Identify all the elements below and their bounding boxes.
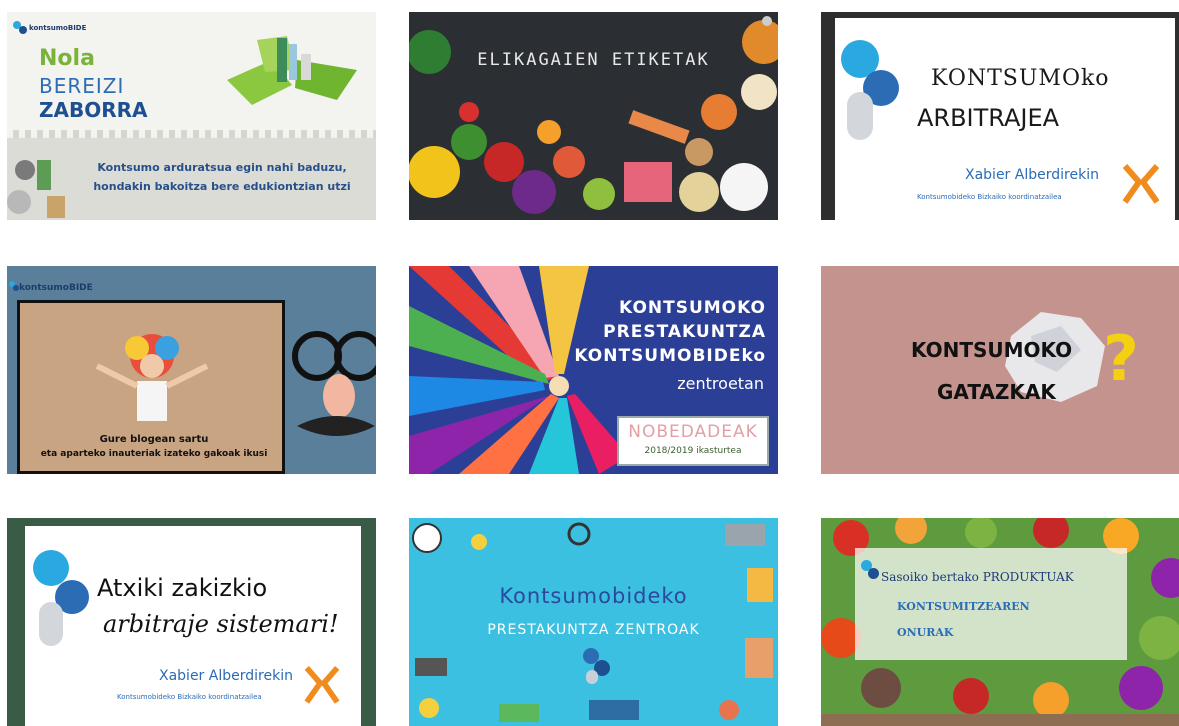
title-line-1: Atxiki zakizkio bbox=[97, 574, 268, 602]
speaker-name: Xabier Alberdirekin bbox=[159, 668, 293, 684]
kontsumobide-logo-icon bbox=[33, 550, 93, 650]
title-line-3: ONURAK bbox=[897, 626, 954, 639]
caption-line-2: eta aparteko inauteriak izateko gakoak i… bbox=[40, 449, 268, 459]
card-nola-bereizi-zaborra[interactable]: kontsumoBIDE Nola BEREIZI ZABORRA Kontsu… bbox=[7, 12, 376, 220]
nobedadeak-sign: NOBEDADEAK 2018/2019 ikasturtea bbox=[617, 416, 769, 466]
title-line-3: ZABORRA bbox=[39, 98, 148, 122]
kontsumobide-logo-icon bbox=[13, 21, 27, 35]
colored-pencils-illustration-icon bbox=[409, 266, 629, 474]
brand-label: kontsumoBIDE bbox=[29, 24, 87, 32]
sign-subtitle: 2018/2019 ikasturtea bbox=[644, 446, 742, 456]
kontsumobide-logo-icon bbox=[583, 648, 613, 684]
info-icon[interactable] bbox=[762, 16, 772, 26]
title-line-1: KONTSUMOKO bbox=[619, 298, 766, 318]
title-line-2: arbitraje sistemari! bbox=[103, 610, 339, 638]
kontsumobide-logo-icon bbox=[861, 560, 879, 584]
vegetables-illustration-icon bbox=[409, 20, 778, 214]
arbitration-logo-icon bbox=[1122, 164, 1160, 204]
title-line-4: zentroetan bbox=[677, 374, 764, 393]
title-line-2: ARBITRAJEA bbox=[917, 104, 1060, 132]
caption-line-1: Gure blogean sartu bbox=[99, 434, 209, 445]
title-line-3: KONTSUMOBIDEko bbox=[574, 346, 766, 366]
message-line-2: hondakin bakoitza bere edukiontzian utzi bbox=[93, 180, 351, 193]
speaker-role: Kontsumobideko Bizkaiko koordinatzailea bbox=[117, 693, 262, 701]
title-line-2: PRESTAKUNTZA ZENTROAK bbox=[487, 622, 700, 638]
kontsumobide-logo-icon bbox=[9, 281, 19, 293]
question-mark-icon: ? bbox=[1103, 322, 1139, 395]
card-sasoiko-produktuak[interactable]: Sasoiko bertako PRODUKTUAK KONTSUMITZEAR… bbox=[821, 518, 1179, 726]
title-line-2: GATAZKAK bbox=[937, 380, 1056, 404]
title-line-2: BEREIZI bbox=[39, 74, 125, 98]
waste-items-illustration-icon bbox=[7, 160, 65, 218]
kontsumobide-logo-icon bbox=[841, 40, 901, 140]
card-elikagaien-etiketak[interactable]: ELIKAGAIEN ETIKETAK bbox=[409, 12, 778, 220]
message-line-1: Kontsumo arduratsua egin nahi baduzu, bbox=[97, 161, 347, 174]
child-clown-illustration-icon bbox=[95, 334, 209, 421]
title-line-1: Sasoiko bertako PRODUKTUAK bbox=[881, 570, 1074, 584]
card-title: ELIKAGAIEN ETIKETAK bbox=[477, 50, 710, 70]
sign-title: NOBEDADEAK bbox=[628, 422, 758, 442]
card-inauteriak[interactable]: kontsumoBIDE Gure blogean sartu eta apar… bbox=[7, 266, 376, 474]
speaker-name: Xabier Alberdirekin bbox=[965, 167, 1099, 183]
title-line-1: Kontsumobideko bbox=[499, 584, 688, 608]
title-line-2: KONTSUMITZEAREN bbox=[897, 600, 1030, 613]
speaker-role: Kontsumobideko Bizkaiko koordinatzailea bbox=[917, 193, 1062, 201]
card-kontsumoko-gatazkak[interactable]: KONTSUMOKO GATAZKAK ? bbox=[821, 266, 1179, 474]
recycle-illustration-icon bbox=[227, 36, 357, 105]
title-line-1: KONTSUMOKO bbox=[911, 338, 1073, 362]
carnival-mask-illustration-icon bbox=[292, 331, 376, 436]
title-line-1: Nola bbox=[39, 46, 95, 71]
brand-label: kontsumoBIDE bbox=[19, 283, 93, 293]
card-atxiki-zakizkio[interactable]: Atxiki zakizkio arbitraje sistemari! Xab… bbox=[7, 518, 376, 726]
card-kontsumoko-arbitrajea[interactable]: KONTSUMOko ARBITRAJEA Xabier Alberdireki… bbox=[821, 12, 1179, 220]
title-line-2: PRESTAKUNTZA bbox=[603, 322, 766, 342]
arbitration-logo-icon bbox=[304, 666, 340, 704]
card-kontsumoko-prestakuntza[interactable]: KONTSUMOKO PRESTAKUNTZA KONTSUMOBIDEko z… bbox=[409, 266, 778, 474]
message-text: Kontsumo arduratsua egin nahi baduzu, ho… bbox=[77, 158, 367, 196]
title-line-1: KONTSUMOko bbox=[931, 66, 1110, 91]
torn-paper-edge bbox=[7, 130, 376, 138]
card-prestakuntza-zentroak[interactable]: Kontsumobideko PRESTAKUNTZA ZENTROAK bbox=[409, 518, 778, 726]
